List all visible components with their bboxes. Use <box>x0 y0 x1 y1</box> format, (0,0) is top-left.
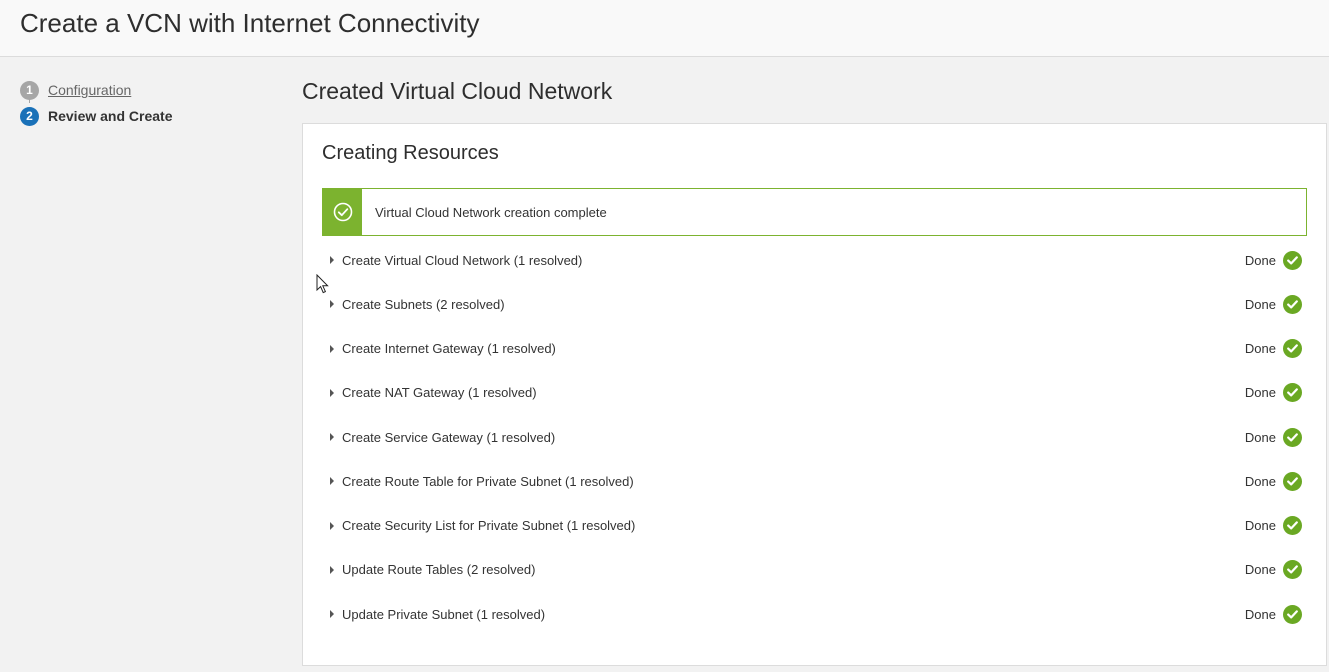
task-row[interactable]: Update Private Subnet (1 resolved) Done <box>322 592 1307 636</box>
task-row[interactable]: Create Service Gateway (1 resolved) Done <box>322 415 1307 459</box>
task-row[interactable]: Create Virtual Cloud Network (1 resolved… <box>322 238 1307 282</box>
done-check-icon <box>1283 250 1302 270</box>
task-label: Create Security List for Private Subnet … <box>342 518 636 534</box>
done-check-icon <box>1283 427 1302 447</box>
expand-caret-icon[interactable] <box>330 433 334 442</box>
step-review-and-create: 2 Review and Create <box>20 103 173 129</box>
task-label: Update Route Tables (2 resolved) <box>342 562 536 578</box>
step-label-review-and-create: Review and Create <box>48 108 173 124</box>
expand-caret-icon[interactable] <box>330 388 334 397</box>
expand-caret-icon[interactable] <box>330 300 334 309</box>
done-check-icon <box>1283 471 1302 491</box>
expand-caret-icon[interactable] <box>330 344 334 353</box>
expand-caret-icon[interactable] <box>330 477 334 486</box>
task-row[interactable]: Create Route Table for Private Subnet (1… <box>322 459 1307 503</box>
task-label: Create Virtual Cloud Network (1 resolved… <box>342 252 583 268</box>
task-label: Create Service Gateway (1 resolved) <box>342 429 556 445</box>
task-row[interactable]: Update Route Tables (2 resolved) Done <box>322 548 1307 592</box>
task-row[interactable]: Create NAT Gateway (1 resolved) Done <box>322 371 1307 415</box>
wizard-steps: 1 Configuration 2 Review and Create <box>20 77 173 129</box>
success-check-icon <box>323 189 362 235</box>
expand-caret-icon[interactable] <box>330 610 334 619</box>
task-row[interactable]: Create Security List for Private Subnet … <box>322 504 1307 548</box>
card-title: Creating Resources <box>322 142 499 164</box>
done-check-icon <box>1283 560 1302 580</box>
done-check-icon <box>1283 604 1302 624</box>
step-configuration[interactable]: 1 Configuration <box>20 77 173 103</box>
mouse-cursor-icon <box>316 273 330 299</box>
expand-caret-icon[interactable] <box>330 565 334 574</box>
step-label-configuration[interactable]: Configuration <box>48 82 131 98</box>
banner-message: Virtual Cloud Network creation complete <box>375 204 607 220</box>
page-header: Create a VCN with Internet Connectivity <box>0 0 1329 57</box>
task-label: Create Internet Gateway (1 resolved) <box>342 341 556 357</box>
expand-caret-icon[interactable] <box>330 521 334 530</box>
done-check-icon <box>1283 383 1302 403</box>
page-title: Create a VCN with Internet Connectivity <box>20 8 480 38</box>
task-status: Done <box>1244 562 1276 578</box>
task-status: Done <box>1244 473 1276 489</box>
task-label: Create Subnets (2 resolved) <box>342 296 505 312</box>
task-status: Done <box>1244 341 1276 357</box>
task-label: Create Route Table for Private Subnet (1… <box>342 473 634 489</box>
task-status: Done <box>1244 252 1276 268</box>
task-status: Done <box>1244 296 1276 312</box>
done-check-icon <box>1283 294 1302 314</box>
creating-resources-panel: Creating Resources Virtual Cloud Network… <box>302 123 1327 666</box>
expand-caret-icon[interactable] <box>330 256 334 265</box>
done-check-icon <box>1283 339 1302 359</box>
task-label: Create NAT Gateway (1 resolved) <box>342 385 537 401</box>
task-row[interactable]: Create Subnets (2 resolved) Done <box>322 282 1307 326</box>
done-check-icon <box>1283 516 1302 536</box>
task-row[interactable]: Create Internet Gateway (1 resolved) Don… <box>322 327 1307 371</box>
task-list: Create Virtual Cloud Network (1 resolved… <box>322 238 1307 636</box>
step-number: 2 <box>20 106 39 126</box>
success-banner: Virtual Cloud Network creation complete <box>322 188 1307 236</box>
task-label: Update Private Subnet (1 resolved) <box>342 606 546 622</box>
task-status: Done <box>1244 429 1276 445</box>
task-status: Done <box>1244 385 1276 401</box>
step-connector <box>29 96 30 103</box>
section-title: Created Virtual Cloud Network <box>302 78 613 104</box>
task-status: Done <box>1244 606 1276 622</box>
task-status: Done <box>1244 518 1276 534</box>
